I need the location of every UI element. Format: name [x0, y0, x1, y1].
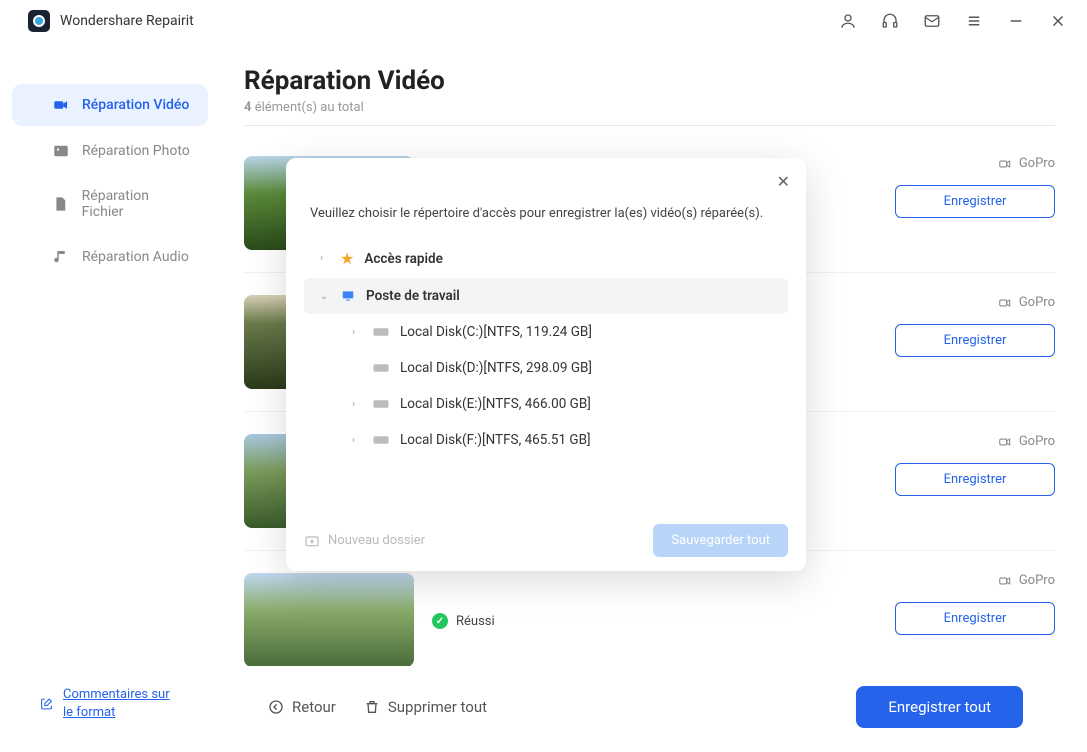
tree-disk[interactable]: › Local Disk(F:)[NTFS, 465.51 GB]	[304, 422, 788, 458]
device-tag: GoPro	[997, 295, 1055, 310]
user-icon[interactable]	[839, 12, 857, 30]
chevron-right-icon: ›	[352, 399, 362, 410]
disk-icon	[372, 362, 390, 374]
disk-icon	[372, 326, 390, 338]
save-directory-modal: ✕ Veuillez choisir le répertoire d'accès…	[286, 158, 806, 571]
page-subtitle: 4 élément(s) au total	[244, 100, 1055, 115]
sidebar-item-audio-repair[interactable]: Réparation Audio	[12, 236, 208, 278]
modal-save-all-button[interactable]: Sauvegarder tout	[653, 524, 788, 557]
tree-disk[interactable]: › Local Disk(C:)[NTFS, 119.24 GB]	[304, 314, 788, 350]
chevron-down-icon: ⌄	[320, 291, 330, 302]
page-title: Réparation Vidéo	[244, 66, 1055, 96]
bottom-bar: Retour Supprimer tout Enregistrer tout	[244, 666, 1055, 752]
star-icon: ★	[340, 249, 354, 268]
chevron-right-icon: ›	[320, 253, 330, 264]
tree-workstation[interactable]: ⌄ Poste de travail	[304, 278, 788, 314]
device-tag: GoPro	[997, 573, 1055, 588]
file-icon	[52, 195, 70, 213]
sidebar-item-label: Réparation Fichier	[82, 188, 192, 220]
save-all-button[interactable]: Enregistrer tout	[856, 686, 1023, 728]
audio-icon	[52, 248, 70, 266]
camera-icon	[997, 296, 1013, 310]
titlebar: Wondershare Repairit	[0, 0, 1087, 42]
disk-icon	[372, 398, 390, 410]
tree-quick-access[interactable]: › ★ Accès rapide	[304, 239, 788, 278]
sidebar-item-video-repair[interactable]: Réparation Vidéo	[12, 84, 208, 126]
camera-icon	[997, 435, 1013, 449]
modal-instruction: Veuillez choisir le répertoire d'accès p…	[304, 176, 788, 239]
menu-icon[interactable]	[965, 12, 983, 30]
photo-icon	[52, 142, 70, 160]
sidebar: Réparation Vidéo Réparation Photo Répara…	[0, 42, 220, 752]
back-arrow-icon	[268, 699, 284, 715]
sidebar-footer: Commentaires sur le format	[0, 670, 220, 752]
save-button[interactable]: Enregistrer	[895, 185, 1055, 218]
sidebar-item-file-repair[interactable]: Réparation Fichier	[12, 176, 208, 232]
check-icon	[432, 613, 448, 629]
sidebar-item-label: Réparation Vidéo	[82, 97, 189, 113]
sidebar-item-photo-repair[interactable]: Réparation Photo	[12, 130, 208, 172]
folder-plus-icon	[304, 533, 320, 549]
directory-tree: › ★ Accès rapide ⌄ Poste de travail › Lo…	[304, 239, 788, 458]
chevron-right-icon: ›	[352, 327, 362, 338]
save-button[interactable]: Enregistrer	[895, 602, 1055, 635]
video-camera-icon	[52, 96, 70, 114]
new-folder-button[interactable]: Nouveau dossier	[304, 533, 425, 549]
trash-icon	[364, 699, 380, 715]
app-logo	[28, 10, 50, 32]
tree-disk[interactable]: › Local Disk(E:)[NTFS, 466.00 GB]	[304, 386, 788, 422]
device-tag: GoPro	[997, 156, 1055, 171]
modal-close-icon[interactable]: ✕	[777, 172, 790, 191]
app-title: Wondershare Repairit	[60, 13, 194, 29]
monitor-icon	[340, 289, 356, 303]
camera-icon	[997, 574, 1013, 588]
minimize-icon[interactable]	[1007, 12, 1025, 30]
tree-disk[interactable]: › Local Disk(D:)[NTFS, 298.09 GB]	[304, 350, 788, 386]
device-tag: GoPro	[997, 434, 1055, 449]
divider	[244, 125, 1055, 126]
camera-icon	[997, 157, 1013, 171]
save-button[interactable]: Enregistrer	[895, 324, 1055, 357]
disk-icon	[372, 434, 390, 446]
delete-all-button[interactable]: Supprimer tout	[364, 698, 487, 716]
video-thumbnail[interactable]	[244, 573, 414, 666]
sidebar-item-label: Réparation Photo	[82, 143, 190, 159]
share-icon	[40, 695, 53, 713]
status-text: Réussi	[456, 614, 495, 629]
sidebar-item-label: Réparation Audio	[82, 249, 189, 265]
mail-icon[interactable]	[923, 12, 941, 30]
chevron-right-icon: ›	[352, 435, 362, 446]
close-icon[interactable]	[1049, 12, 1067, 30]
save-button[interactable]: Enregistrer	[895, 463, 1055, 496]
back-button[interactable]: Retour	[268, 698, 336, 716]
headset-icon[interactable]	[881, 12, 899, 30]
format-feedback-link[interactable]: Commentaires sur le format	[63, 686, 180, 722]
